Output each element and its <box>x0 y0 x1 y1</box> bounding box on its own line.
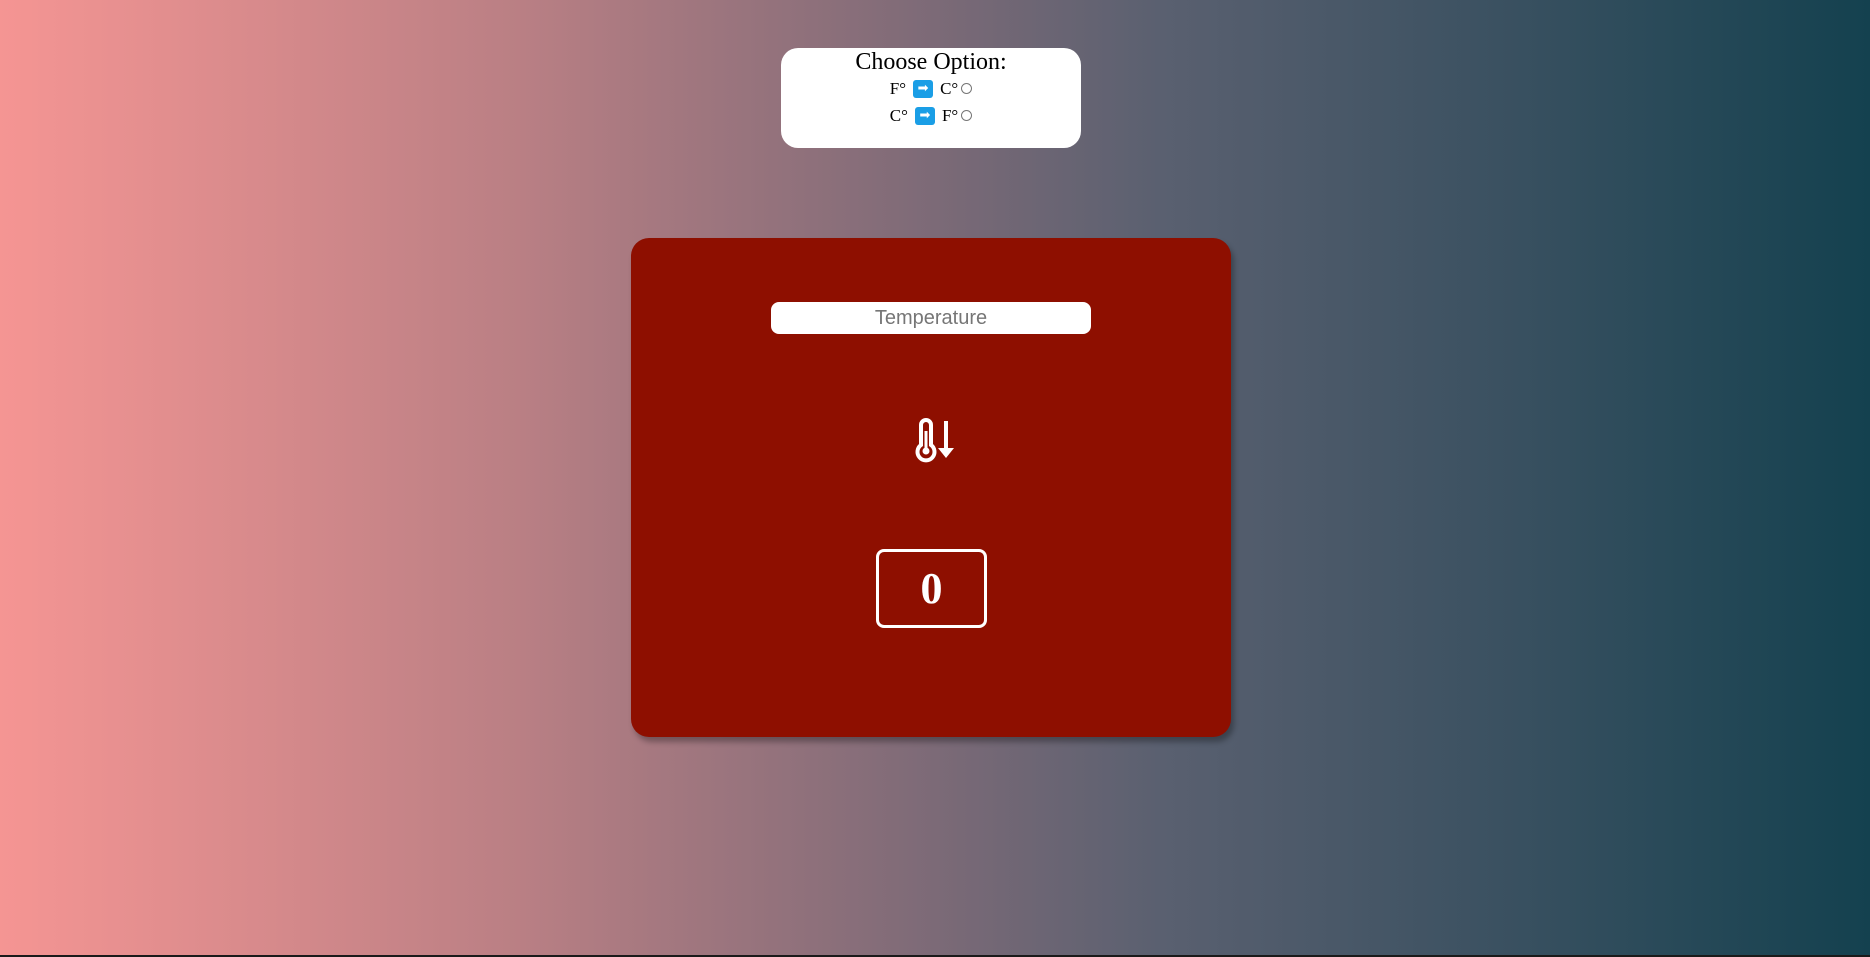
conversion-options-panel: Choose Option: F° ➡ C° C° ➡ F° <box>781 48 1081 148</box>
option-to-unit: C° <box>940 79 959 98</box>
converter-card: 0 <box>631 238 1231 737</box>
option-to-unit: F° <box>941 106 959 125</box>
temperature-input[interactable] <box>771 302 1091 334</box>
thermometer-arrow-down-icon[interactable] <box>911 418 957 464</box>
right-arrow-icon: ➡ <box>914 106 935 125</box>
f-to-c-radio[interactable] <box>961 83 973 94</box>
option-from-unit: C° <box>889 106 908 125</box>
result-display: 0 <box>876 549 987 628</box>
option-c-to-f: C° ➡ F° <box>781 102 1081 129</box>
option-f-to-c: F° ➡ C° <box>781 75 1081 102</box>
c-to-f-radio[interactable] <box>961 110 973 121</box>
right-arrow-icon: ➡ <box>913 79 934 98</box>
options-title: Choose Option: <box>855 49 1007 75</box>
option-from-unit: F° <box>889 79 907 98</box>
